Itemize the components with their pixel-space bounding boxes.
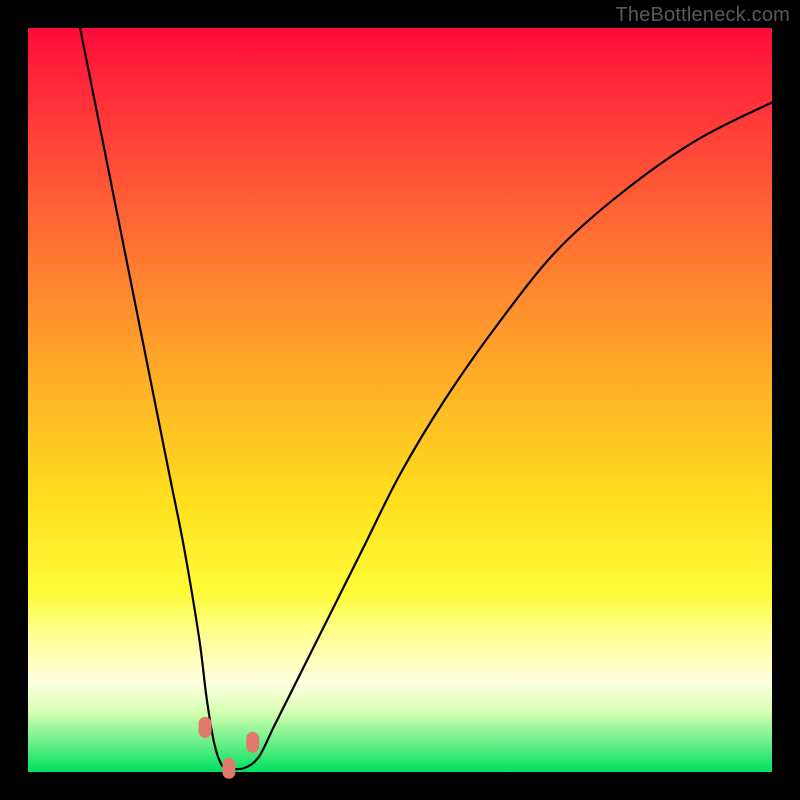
bottleneck-curve xyxy=(80,28,772,769)
left-marker xyxy=(199,717,211,737)
chart-plot-area xyxy=(28,28,772,772)
attribution-label: TheBottleneck.com xyxy=(615,4,790,27)
curve-markers xyxy=(199,717,259,778)
right-marker xyxy=(247,732,259,752)
bottom-marker xyxy=(223,758,235,778)
chart-svg xyxy=(28,28,772,772)
